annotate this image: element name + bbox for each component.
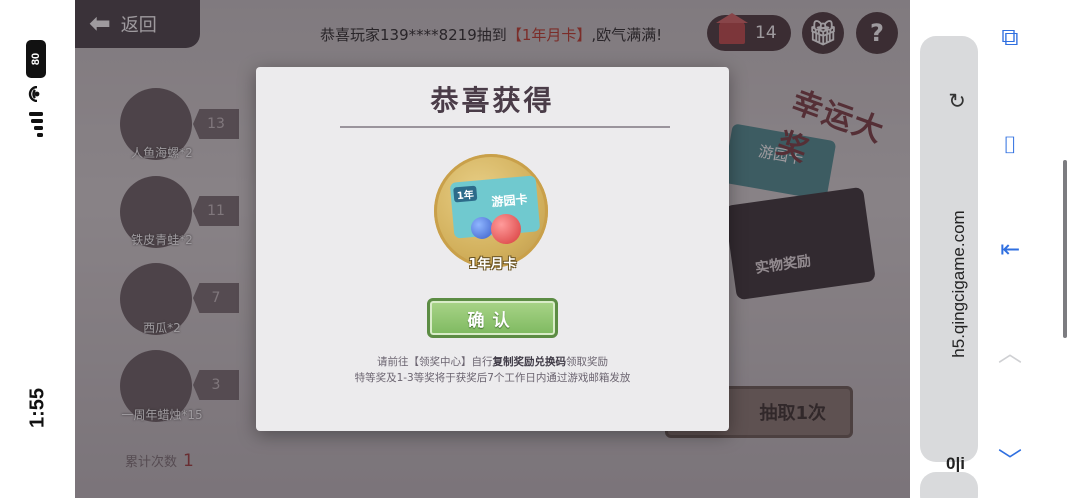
address-bar-secondary[interactable] — [920, 472, 978, 498]
claim-instruction: 请前往【领奖中心】自行复制奖励兑换码领取奖励 — [377, 356, 608, 368]
url-text: h5.qingcigame.com — [949, 210, 968, 358]
dialog-title: 恭喜获得 — [430, 84, 555, 117]
browser-toolbar: ↻ h5.qingcigame.com 0|i ⧉ ⌷ ⇤ ︿ ﹀ — [910, 0, 1080, 498]
copy-icon[interactable]: ⧉ — [995, 22, 1025, 52]
prize-name: 1年月卡 — [468, 257, 517, 272]
ball-icon — [471, 217, 493, 239]
delivery-note: 特等奖及1-3等奖将于获奖后7个工作日内通过游戏邮箱发放 — [354, 372, 631, 384]
status-time: 1:55 — [26, 387, 49, 429]
battery-icon: 80 — [26, 40, 46, 78]
confirm-button[interactable]: 确认 — [427, 298, 558, 338]
ball-icon — [491, 214, 521, 244]
wifi-icon — [28, 86, 40, 102]
status-bar: 80 1:55 — [0, 0, 75, 498]
share-icon[interactable]: ⇤ — [995, 234, 1025, 264]
bookmark-icon[interactable]: ⌷ — [995, 130, 1025, 160]
reward-dialog: 恭喜获得 1年 游园卡 1年月卡 确认 请前往【领奖中心】自行复制奖励兑换码领取… — [256, 67, 729, 431]
chevron-up-icon[interactable]: ︿ — [995, 338, 1025, 368]
address-bar[interactable]: ↻ h5.qingcigame.com 0|i — [920, 36, 978, 473]
scrollbar[interactable] — [1063, 160, 1067, 338]
reload-icon[interactable]: ↻ — [944, 88, 970, 114]
chevron-down-icon[interactable]: ﹀ — [995, 446, 1025, 476]
cellular-signal-icon — [29, 112, 43, 137]
divider — [340, 126, 670, 128]
